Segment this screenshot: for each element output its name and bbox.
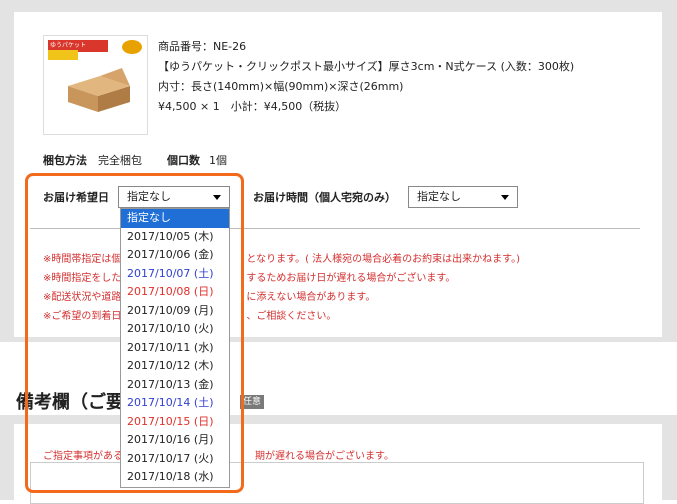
product-thumbnail[interactable]: ゆうパケット <box>43 35 148 135</box>
note-text-left: ※時間指定をした <box>43 273 122 284</box>
package-count-value: 1個 <box>209 154 227 167</box>
date-option[interactable]: 2017/10/12 (木) <box>121 357 229 376</box>
remarks-note-right: 期が遅れる場合がございます。 <box>255 451 394 462</box>
delivery-time-label: お届け時間（個人宅宛のみ） <box>253 191 396 204</box>
note-text-right: となります。( 法人様宛の場合必着のお約束は出来かねます。) <box>246 254 521 265</box>
product-name[interactable]: 【ゆうパケット・クリックポスト最小サイズ】厚さ3cm・N式ケース (入数：300… <box>158 58 574 74</box>
product-dimensions: 内寸：長さ(140mm)×幅(90mm)×深さ(26mm) <box>158 80 404 93</box>
chevron-down-icon <box>501 195 509 200</box>
product-price: ¥4,500 × 1 小計：¥4,500（税抜） <box>158 100 347 113</box>
note-text-right: 、ご相談ください。 <box>246 311 337 322</box>
thumbnail-badge <box>122 40 142 54</box>
date-option[interactable]: 2017/10/10 (火) <box>121 320 229 339</box>
product-number: 商品番号：NE-26 <box>158 40 247 53</box>
note-text-left: ※配送状況や道路 <box>43 292 122 303</box>
package-count-label: 個口数 <box>167 154 200 167</box>
date-option[interactable]: 2017/10/07 (土) <box>121 265 229 284</box>
date-option[interactable]: 2017/10/16 (月) <box>121 431 229 450</box>
note-line: ※時間帯指定は個 となります。( 法人様宛の場合必着のお約束は出来かねます。) <box>43 250 520 265</box>
date-option[interactable]: 2017/10/09 (月) <box>121 302 229 321</box>
cardboard-box-icon <box>68 68 130 112</box>
note-text-right: に添えない場合があります。 <box>246 292 376 303</box>
delivery-time-select[interactable]: 指定なし <box>408 186 518 208</box>
date-option[interactable]: 2017/10/06 (金) <box>121 246 229 265</box>
delivery-date-dropdown-list[interactable]: 指定なし 2017/10/05 (木) 2017/10/06 (金) 2017/10/… <box>120 208 230 488</box>
date-option[interactable]: 2017/10/17 (火) <box>121 450 229 469</box>
date-option[interactable]: 2017/10/15 (日) <box>121 413 229 432</box>
thumbnail-stripe <box>48 50 78 60</box>
note-text-left: ※時間帯指定は個 <box>43 254 122 265</box>
chevron-down-icon <box>213 195 221 200</box>
optional-tag: 任意 <box>240 395 265 409</box>
delivery-date-label: お届け希望日 <box>43 191 109 204</box>
packing-method-label: 梱包方法 <box>43 154 87 167</box>
note-line: ※時間指定をした するためお届け日が遅れる場合がございます。 <box>43 269 455 284</box>
note-text-right: するためお届け日が遅れる場合がございます。 <box>246 273 456 284</box>
delivery-time-selected: 指定なし <box>417 190 461 203</box>
date-option[interactable]: 2017/10/14 (土) <box>121 394 229 413</box>
date-option[interactable]: 2017/10/11 (水) <box>121 339 229 358</box>
date-option[interactable]: 2017/10/05 (木) <box>121 228 229 247</box>
packing-method-value: 完全梱包 <box>98 154 142 167</box>
note-text-left: ※ご希望の到着日 <box>43 311 122 322</box>
delivery-date-selected: 指定なし <box>127 190 171 203</box>
date-option[interactable]: 指定なし <box>121 209 229 228</box>
remarks-note-left: ご指定事項がある <box>43 451 123 462</box>
date-option[interactable]: 2017/10/18 (水) <box>121 468 229 487</box>
date-option[interactable]: 2017/10/08 (日) <box>121 283 229 302</box>
delivery-date-select[interactable]: 指定なし <box>118 186 230 208</box>
date-option[interactable]: 2017/10/13 (金) <box>121 376 229 395</box>
